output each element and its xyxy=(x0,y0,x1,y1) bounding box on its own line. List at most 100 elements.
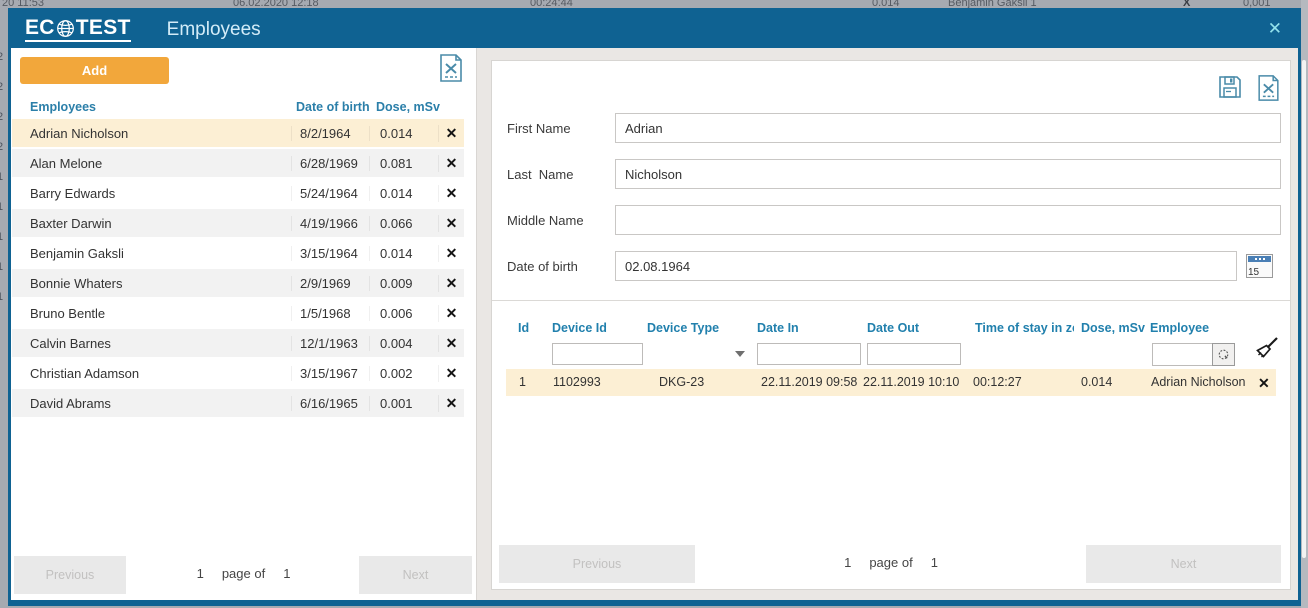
employee-dose: 0.002 xyxy=(369,366,438,381)
employee-name: Barry Edwards xyxy=(12,186,291,201)
reading-id: 1 xyxy=(519,375,526,389)
first-name-label: First Name xyxy=(507,113,615,143)
employee-name: Calvin Barnes xyxy=(12,336,291,351)
employee-dob: 4/19/1966 xyxy=(291,216,369,231)
table-row[interactable]: Baxter Darwin 4/19/1966 0.066 ✕ xyxy=(12,209,464,237)
excel-export-icon[interactable] xyxy=(438,53,464,88)
logo-text-right: TEST xyxy=(76,17,131,38)
delete-icon[interactable]: ✕ xyxy=(438,185,464,202)
delete-icon[interactable]: ✕ xyxy=(438,125,464,142)
employee-dose: 0.004 xyxy=(369,336,438,351)
delete-icon[interactable]: ✕ xyxy=(438,155,464,172)
employee-dob: 5/24/1964 xyxy=(291,186,369,201)
employee-dose: 0.066 xyxy=(369,216,438,231)
reading-device-type: DKG-23 xyxy=(659,375,704,389)
first-name-field[interactable] xyxy=(615,113,1281,143)
employee-dob: 2/9/1969 xyxy=(291,276,369,291)
titlebar: EC TEST Employees ✕ xyxy=(11,11,1298,48)
employee-dose: 0.001 xyxy=(369,396,438,411)
delete-icon[interactable]: ✕ xyxy=(1258,375,1270,392)
date-of-birth-field[interactable] xyxy=(615,251,1237,281)
middle-name-label: Middle Name xyxy=(507,205,615,235)
table-row[interactable]: Bruno Bentle 1/5/1968 0.006 ✕ xyxy=(12,299,464,327)
excel-export-icon[interactable] xyxy=(1256,74,1281,107)
calendar-icon[interactable]: 15 xyxy=(1246,254,1273,278)
page-of-label: page of xyxy=(222,566,265,581)
last-name-row: Last Name xyxy=(507,159,1281,189)
employee-dose: 0.081 xyxy=(369,156,438,171)
reading-date-out: 22.11.2019 10:10 xyxy=(863,375,959,389)
total-pages: 1 xyxy=(283,566,290,581)
column-header-time-of-stay[interactable]: Time of stay in zone xyxy=(975,321,1074,335)
device-table-row[interactable]: 1 1102993 DKG-23 22.11.2019 09:58 22.11.… xyxy=(506,369,1276,396)
table-row[interactable]: Benjamin Gaksli 3/15/1964 0.014 ✕ xyxy=(12,239,464,267)
date-of-birth-row: Date of birth 15 xyxy=(507,251,1281,281)
column-header-employee[interactable]: Employee xyxy=(1150,321,1209,335)
delete-icon[interactable]: ✕ xyxy=(438,305,464,322)
table-row[interactable]: David Abrams 6/16/1965 0.001 ✕ xyxy=(12,389,464,417)
employee-lookup-icon[interactable] xyxy=(1212,343,1235,366)
device-id-filter-input[interactable] xyxy=(552,343,643,365)
employees-table-header: Employees Date of birth Dose, mSv xyxy=(11,100,476,118)
employees-table: Adrian Nicholson 8/2/1964 0.014 ✕ Alan M… xyxy=(12,119,464,419)
delete-icon[interactable]: ✕ xyxy=(438,245,464,262)
table-row[interactable]: Adrian Nicholson 8/2/1964 0.014 ✕ xyxy=(12,119,464,147)
table-row[interactable]: Christian Adamson 3/15/1967 0.002 ✕ xyxy=(12,359,464,387)
employees-list-panel: Add Employees Date of birth Dose, mSv Ad… xyxy=(11,48,477,600)
column-header-dose[interactable]: Dose, mSv xyxy=(376,100,440,114)
save-icon[interactable] xyxy=(1217,74,1243,107)
device-table-pagination: Previous 1page of1 Next xyxy=(492,545,1290,585)
column-header-dose[interactable]: Dose, mSv xyxy=(1081,321,1145,335)
column-header-device-type[interactable]: Device Type xyxy=(647,321,719,335)
delete-icon[interactable]: ✕ xyxy=(438,215,464,232)
first-name-row: First Name xyxy=(507,113,1281,143)
employee-dose: 0.009 xyxy=(369,276,438,291)
table-row[interactable]: Alan Melone 6/28/1969 0.081 ✕ xyxy=(12,149,464,177)
column-header-employees[interactable]: Employees xyxy=(30,100,96,114)
reading-time-of-stay: 00:12:27 xyxy=(973,375,1022,389)
employee-form: First Name Last Name Middle Name Date of… xyxy=(507,113,1281,297)
close-icon[interactable]: ✕ xyxy=(1268,18,1282,40)
employee-name: Bruno Bentle xyxy=(12,306,291,321)
employee-dob: 6/28/1969 xyxy=(291,156,369,171)
date-out-filter-input[interactable] xyxy=(867,343,961,365)
reading-employee: Adrian Nicholson xyxy=(1151,375,1246,389)
employee-filter-input[interactable] xyxy=(1152,343,1212,366)
table-row[interactable]: Barry Edwards 5/24/1964 0.014 ✕ xyxy=(12,179,464,207)
total-pages: 1 xyxy=(931,555,938,570)
background-left-column: 2 2 2 2 1 1 1 1 1 xyxy=(0,42,8,312)
reading-dose: 0.014 xyxy=(1081,375,1112,389)
delete-icon[interactable]: ✕ xyxy=(438,275,464,292)
column-header-dob[interactable]: Date of birth xyxy=(296,100,370,114)
date-in-filter-input[interactable] xyxy=(757,343,861,365)
employee-dose: 0.006 xyxy=(369,306,438,321)
employee-dob: 3/15/1967 xyxy=(291,366,369,381)
logo-text-left: EC xyxy=(25,17,55,38)
chevron-down-icon[interactable] xyxy=(735,351,745,357)
background-scrollbar-thumb xyxy=(1302,60,1306,558)
delete-icon[interactable]: ✕ xyxy=(438,335,464,352)
employee-dose: 0.014 xyxy=(369,186,438,201)
window-title: Employees xyxy=(167,19,261,41)
clear-filters-broom-icon[interactable] xyxy=(1252,335,1280,368)
column-header-date-in[interactable]: Date In xyxy=(757,321,799,335)
column-header-date-out[interactable]: Date Out xyxy=(867,321,919,335)
middle-name-field[interactable] xyxy=(615,205,1281,235)
employee-dob: 1/5/1968 xyxy=(291,306,369,321)
table-row[interactable]: Bonnie Whaters 2/9/1969 0.009 ✕ xyxy=(12,269,464,297)
employee-dob: 6/16/1965 xyxy=(291,396,369,411)
column-header-id[interactable]: Id xyxy=(518,321,529,335)
table-row[interactable]: Calvin Barnes 12/1/1963 0.004 ✕ xyxy=(12,329,464,357)
next-page-button[interactable]: Next xyxy=(1086,545,1281,583)
employee-name: Christian Adamson xyxy=(12,366,291,381)
reading-device-id: 1102993 xyxy=(553,375,601,389)
employee-name: Baxter Darwin xyxy=(12,216,291,231)
add-employee-button[interactable]: Add xyxy=(20,57,169,84)
next-page-button[interactable]: Next xyxy=(359,556,472,594)
last-name-field[interactable] xyxy=(615,159,1281,189)
employee-name: Adrian Nicholson xyxy=(12,126,291,141)
delete-icon[interactable]: ✕ xyxy=(438,395,464,412)
employee-name: Bonnie Whaters xyxy=(12,276,291,291)
delete-icon[interactable]: ✕ xyxy=(438,365,464,382)
column-header-device-id[interactable]: Device Id xyxy=(552,321,607,335)
